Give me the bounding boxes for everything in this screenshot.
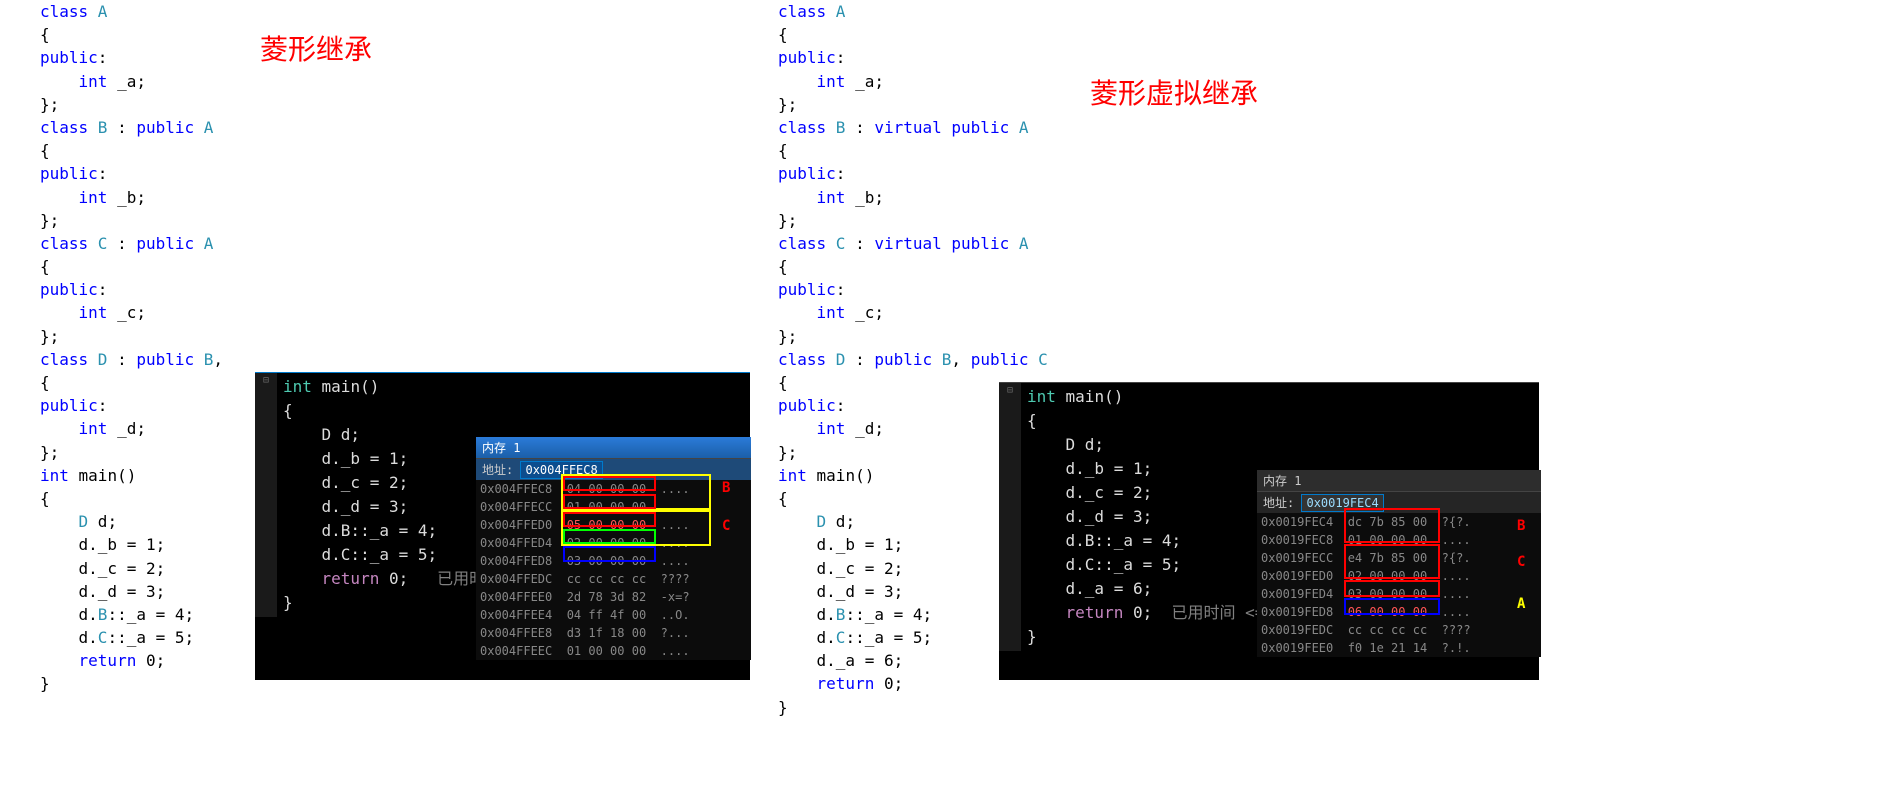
memory-window-title[interactable]: 内存 1 bbox=[1257, 470, 1541, 491]
memory-label-C: C bbox=[722, 518, 730, 534]
memory-label-B-r: B bbox=[1517, 518, 1525, 534]
left-source-code: class A{public: int _a;};class B : publi… bbox=[40, 0, 233, 696]
memory-dump: 0x0019FEC4 dc 7b 85 00 ?{?.0x0019FEC8 01… bbox=[1257, 513, 1541, 657]
gutter: ⊟ bbox=[255, 373, 277, 617]
memory-address-bar: 地址: 0x0019FEC4 bbox=[1257, 491, 1541, 513]
memory-dump: 0x004FFEC8 04 00 00 00 ....0x004FFECC 01… bbox=[476, 480, 751, 660]
left-memory-window[interactable]: 内存 1 地址: 0x004FFEC8 0x004FFEC8 04 00 00 … bbox=[476, 437, 751, 660]
memory-window-title[interactable]: 内存 1 bbox=[476, 437, 751, 458]
memory-label-C-r: C bbox=[1517, 554, 1525, 570]
gutter: ⊟ bbox=[999, 383, 1021, 651]
memory-address-input[interactable]: 0x0019FEC4 bbox=[1301, 494, 1383, 512]
memory-address-bar: 地址: 0x004FFEC8 bbox=[476, 458, 751, 480]
memory-address-input[interactable]: 0x004FFEC8 bbox=[520, 461, 602, 479]
right-memory-window[interactable]: 内存 1 地址: 0x0019FEC4 0x0019FEC4 dc 7b 85 … bbox=[1257, 470, 1541, 657]
diamond-inheritance-title: 菱形继承 bbox=[260, 28, 372, 68]
memory-label-A-r: A bbox=[1517, 596, 1525, 612]
left-debug-code: int main(){ D d; d._b = 1; d._c = 2; d._… bbox=[277, 373, 507, 617]
virtual-inheritance-title: 菱形虚拟继承 bbox=[1090, 72, 1258, 112]
memory-label-B: B bbox=[722, 480, 730, 496]
